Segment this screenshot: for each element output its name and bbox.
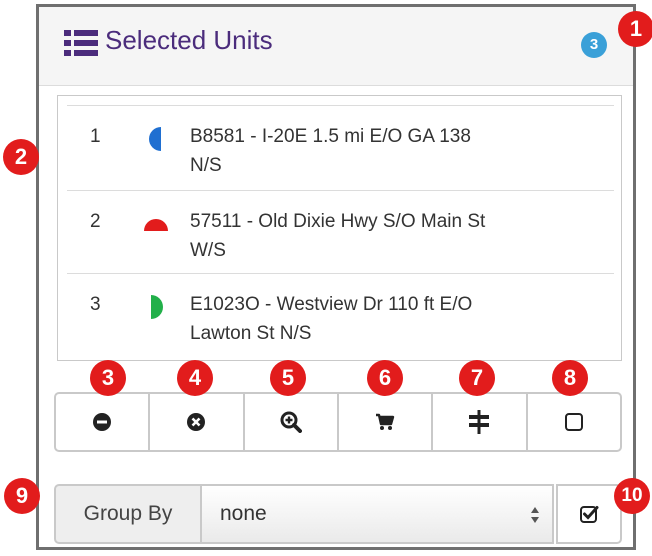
unit-label-line2: W/S (190, 240, 226, 261)
selected-units-panel: Selected Units 3 1 B8581 - I-20E 1.5 mi … (36, 4, 636, 550)
panel-header: Selected Units 3 (39, 7, 633, 86)
apply-group-button[interactable] (556, 484, 622, 544)
callout-8: 8 (552, 360, 588, 396)
zoom-in-icon (280, 411, 302, 433)
clear-button[interactable] (150, 394, 245, 450)
callout-2: 2 (3, 139, 39, 175)
half-circle-left-blue-icon (149, 127, 161, 151)
checkbox-empty-icon (564, 413, 583, 431)
callout-10: 10 (614, 478, 650, 514)
road-sign-button[interactable] (433, 394, 528, 450)
panel-title: Selected Units (105, 25, 273, 55)
remove-button[interactable] (56, 394, 151, 450)
unit-label: 57511 - Old Dixie Hwy S/O Main St W/S (190, 207, 580, 265)
callout-4: 4 (177, 360, 213, 396)
unit-count-badge: 3 (581, 32, 607, 58)
times-circle-icon (187, 413, 206, 431)
units-list[interactable]: 1 B8581 - I-20E 1.5 mi E/O GA 138 N/S 2 … (57, 95, 622, 361)
select-all-button[interactable] (528, 394, 620, 450)
cart-button[interactable] (339, 394, 434, 450)
unit-label-line1: B8581 - I-20E 1.5 mi E/O GA 138 (190, 126, 471, 147)
unit-label-line2: Lawton St N/S (190, 323, 312, 344)
group-by-select[interactable]: none (200, 484, 554, 544)
callout-7: 7 (459, 360, 495, 396)
unit-label-line2: N/S (190, 155, 222, 176)
road-sign-icon (469, 410, 490, 434)
unit-toolbar (54, 392, 622, 452)
unit-row[interactable]: 2 57511 - Old Dixie Hwy S/O Main St W/S (67, 190, 614, 273)
callout-5: 5 (270, 360, 306, 396)
list-icon (64, 30, 98, 56)
group-by-label: Group By (54, 484, 202, 544)
minus-circle-icon (93, 413, 112, 431)
unit-label-line1: E1023O - Westview Dr 110 ft E/O (190, 294, 473, 315)
callout-9: 9 (4, 478, 40, 514)
select-arrows-icon (531, 507, 539, 523)
unit-row[interactable]: 3 E1023O - Westview Dr 110 ft E/O Lawton… (67, 273, 614, 358)
half-circle-right-green-icon (151, 295, 163, 319)
zoom-button[interactable] (245, 394, 339, 450)
unit-label: E1023O - Westview Dr 110 ft E/O Lawton S… (190, 290, 580, 348)
callout-3: 3 (90, 360, 126, 396)
unit-number: 2 (90, 211, 101, 232)
checkbox-checked-icon (580, 506, 599, 523)
callout-1: 1 (618, 11, 652, 47)
unit-number: 3 (90, 294, 101, 315)
cart-icon (376, 413, 395, 430)
unit-label-line1: 57511 - Old Dixie Hwy S/O Main St (190, 211, 486, 232)
unit-number: 1 (90, 126, 101, 147)
unit-label: B8581 - I-20E 1.5 mi E/O GA 138 N/S (190, 122, 580, 180)
half-circle-top-red-icon (144, 219, 168, 231)
callout-6: 6 (367, 360, 403, 396)
group-by-value: none (220, 502, 267, 525)
unit-row[interactable]: 1 B8581 - I-20E 1.5 mi E/O GA 138 N/S (67, 105, 614, 190)
